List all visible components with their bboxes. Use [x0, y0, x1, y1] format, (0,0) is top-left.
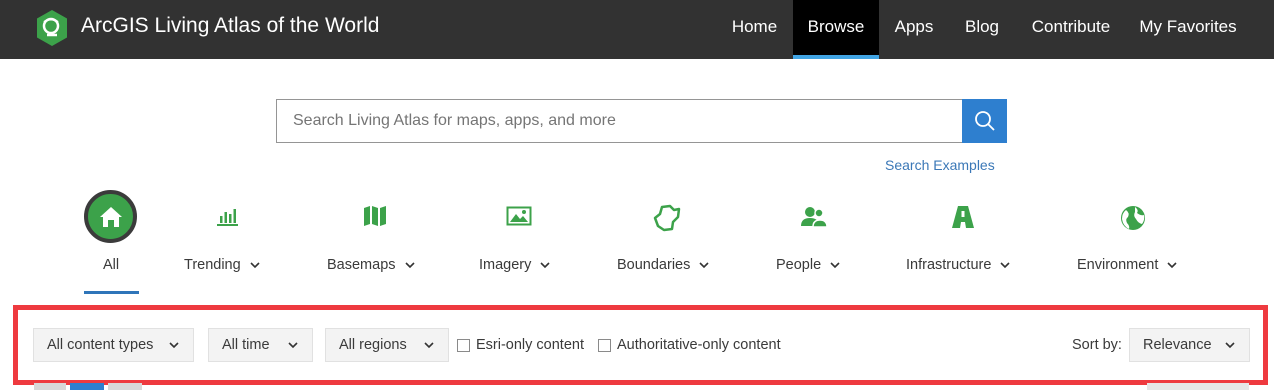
chevron-down-icon: [404, 261, 415, 268]
chevron-down-icon: [424, 342, 434, 349]
chevron-down-icon: [699, 261, 709, 268]
content-types-value: All content types: [47, 337, 154, 353]
map-icon[interactable]: [362, 204, 388, 228]
category-label-basemaps: Basemaps: [327, 257, 396, 273]
time-value: All time: [222, 337, 270, 353]
grid-view-toggle[interactable]: [34, 383, 66, 390]
category-label-environment: Environment: [1077, 257, 1159, 273]
category-basemaps[interactable]: Basemaps: [327, 257, 415, 273]
authoritative-only-label: Authoritative-only content: [617, 337, 781, 353]
nav-browse[interactable]: Browse: [793, 0, 879, 59]
bar-chart-icon[interactable]: [215, 204, 239, 228]
category-label-imagery: Imagery: [479, 257, 532, 273]
search-button[interactable]: [962, 99, 1007, 143]
esri-only-label: Esri-only content: [476, 337, 584, 353]
results-per-page-control[interactable]: [1147, 383, 1249, 390]
chevron-down-icon: [1167, 261, 1177, 268]
chevron-down-icon: [1225, 342, 1235, 349]
nav-contribute[interactable]: Contribute: [1021, 0, 1121, 59]
people-icon[interactable]: [800, 204, 828, 230]
road-icon[interactable]: [950, 204, 976, 230]
chevron-down-icon: [540, 261, 550, 268]
image-icon[interactable]: [506, 204, 532, 228]
boundary-icon[interactable]: [652, 204, 682, 232]
chevron-down-icon: [830, 261, 840, 268]
checkbox-box[interactable]: [457, 338, 470, 352]
category-label-trending: Trending: [184, 257, 241, 273]
authoritative-only-checkbox[interactable]: Authoritative-only content: [598, 337, 781, 353]
category-label-people: People: [776, 257, 822, 273]
content-types-dropdown[interactable]: All content types: [33, 328, 194, 362]
sort-dropdown[interactable]: Relevance: [1129, 328, 1250, 362]
chevron-down-icon: [169, 342, 179, 349]
search-input[interactable]: [277, 100, 962, 142]
sort-value: Relevance: [1143, 337, 1212, 353]
regions-value: All regions: [339, 337, 407, 353]
nav-my-favorites[interactable]: My Favorites: [1132, 0, 1244, 59]
search-examples-link[interactable]: Search Examples: [885, 157, 995, 173]
search-icon: [974, 111, 995, 131]
nav-home[interactable]: Home: [721, 0, 788, 59]
category-trending[interactable]: Trending: [184, 257, 260, 273]
nav-apps[interactable]: Apps: [884, 0, 944, 59]
category-people[interactable]: People: [776, 257, 840, 273]
list-view-toggle[interactable]: [108, 383, 142, 390]
sort-by-label: Sort by:: [1072, 337, 1122, 353]
living-atlas-logo-icon[interactable]: [35, 9, 69, 47]
category-infrastructure[interactable]: Infrastructure: [906, 257, 1010, 273]
regions-dropdown[interactable]: All regions: [325, 328, 449, 362]
esri-only-checkbox[interactable]: Esri-only content: [457, 337, 584, 353]
category-label-all: All: [103, 257, 120, 273]
time-dropdown[interactable]: All time: [208, 328, 313, 362]
nav-blog[interactable]: Blog: [953, 0, 1011, 59]
selected-category-underline: [84, 291, 139, 294]
chevron-down-icon: [288, 342, 298, 349]
search-box: [276, 99, 963, 143]
category-all[interactable]: All: [103, 257, 119, 273]
home-icon: [99, 206, 122, 227]
category-label-boundaries: Boundaries: [617, 257, 691, 273]
category-imagery[interactable]: Imagery: [479, 257, 550, 273]
category-all-button[interactable]: [84, 190, 137, 243]
chevron-down-icon: [1000, 261, 1010, 268]
checkbox-box[interactable]: [598, 338, 611, 352]
chevron-down-icon: [250, 261, 260, 268]
top-navigation-bar: ArcGIS Living Atlas of the World Home Br…: [0, 0, 1274, 59]
category-environment[interactable]: Environment: [1077, 257, 1177, 273]
app-title[interactable]: ArcGIS Living Atlas of the World: [81, 14, 379, 38]
globe-icon[interactable]: [1119, 204, 1147, 232]
category-label-infrastructure: Infrastructure: [906, 257, 992, 273]
card-view-toggle[interactable]: [70, 383, 104, 390]
category-boundaries[interactable]: Boundaries: [617, 257, 709, 273]
